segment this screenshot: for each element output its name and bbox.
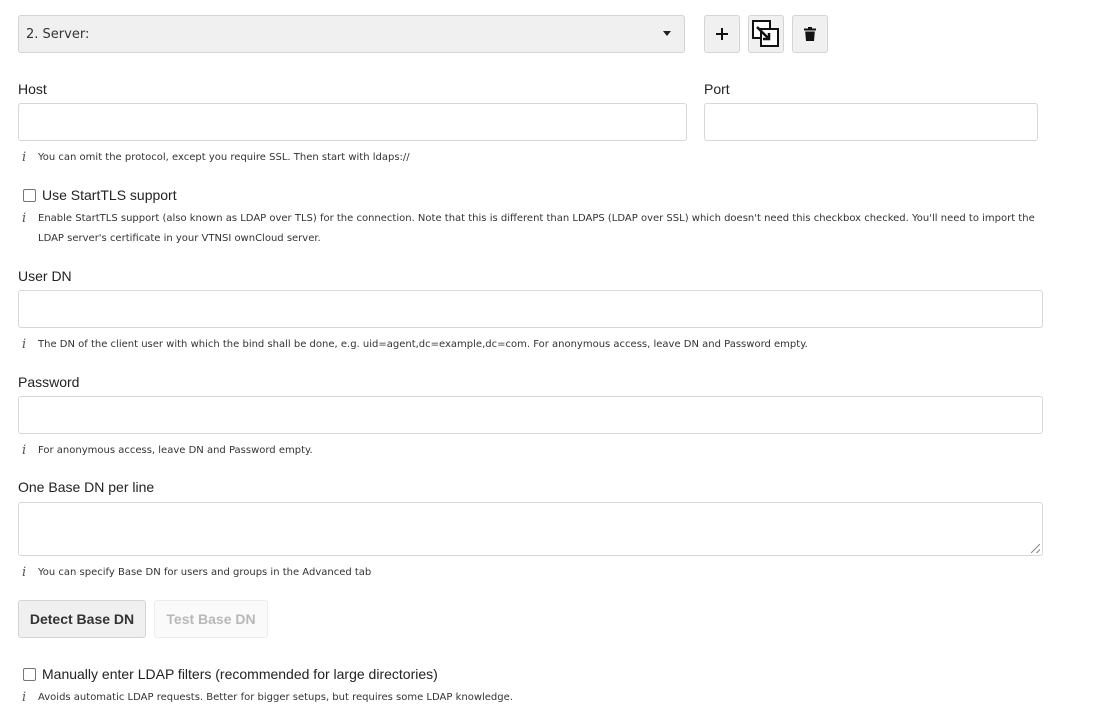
port-input[interactable]	[704, 103, 1038, 141]
starttls-label: Use StartTLS support	[42, 187, 177, 203]
info-icon: i	[22, 565, 27, 580]
info-icon: i	[22, 150, 27, 165]
info-icon: i	[22, 690, 27, 705]
host-hint-text: You can omit the protocol, except you re…	[38, 152, 410, 163]
base-dn-hint-text: You can specify Base DN for users and gr…	[38, 567, 372, 578]
host-hint: i You can omit the protocol, except you …	[22, 148, 1042, 168]
delete-server-button[interactable]	[792, 15, 828, 53]
manual-filters-checkbox[interactable]	[23, 667, 36, 681]
trash-icon	[804, 27, 816, 41]
server-select-value: 2. Server:	[26, 26, 90, 42]
user-dn-hint: i The DN of the client user with which t…	[22, 335, 1042, 355]
base-dn-hint: i You can specify Base DN for users and …	[22, 563, 1042, 583]
password-label: Password	[18, 374, 80, 390]
info-icon: i	[22, 337, 27, 352]
host-input[interactable]	[18, 103, 687, 141]
copy-config-button[interactable]	[748, 15, 784, 53]
starttls-hint-text: Enable StartTLS support (also known as L…	[38, 213, 1035, 244]
manual-filters-label: Manually enter LDAP filters (recommended…	[42, 666, 438, 682]
plus-icon	[716, 28, 728, 40]
add-server-button[interactable]	[704, 15, 740, 53]
manual-filters-hint: i Avoids automatic LDAP requests. Better…	[22, 688, 1042, 708]
port-label: Port	[704, 81, 730, 97]
password-hint-text: For anonymous access, leave DN and Passw…	[38, 445, 313, 456]
password-hint: i For anonymous access, leave DN and Pas…	[22, 441, 1042, 461]
chevron-down-icon	[663, 31, 671, 36]
base-dn-textarea[interactable]	[18, 502, 1043, 556]
user-dn-hint-text: The DN of the client user with which the…	[38, 339, 808, 350]
info-icon: i	[22, 211, 27, 226]
starttls-checkbox[interactable]	[23, 188, 36, 202]
detect-base-dn-button[interactable]: Detect Base DN	[18, 600, 146, 638]
manual-filters-row[interactable]: Manually enter LDAP filters (recommended…	[23, 666, 438, 682]
test-base-dn-button: Test Base DN	[154, 600, 268, 638]
host-label: Host	[18, 81, 47, 97]
user-dn-label: User DN	[18, 268, 72, 284]
base-dn-label: One Base DN per line	[18, 479, 155, 495]
copy-config-icon	[752, 20, 779, 47]
starttls-hint: i Enable StartTLS support (also known as…	[22, 209, 1042, 249]
manual-filters-hint-text: Avoids automatic LDAP requests. Better f…	[38, 692, 513, 703]
resize-handle-icon[interactable]	[1031, 544, 1040, 553]
info-icon: i	[22, 443, 27, 458]
starttls-row[interactable]: Use StartTLS support	[23, 187, 177, 203]
user-dn-input[interactable]	[18, 290, 1043, 328]
password-input[interactable]	[18, 396, 1043, 434]
server-select[interactable]: 2. Server:	[18, 15, 685, 53]
